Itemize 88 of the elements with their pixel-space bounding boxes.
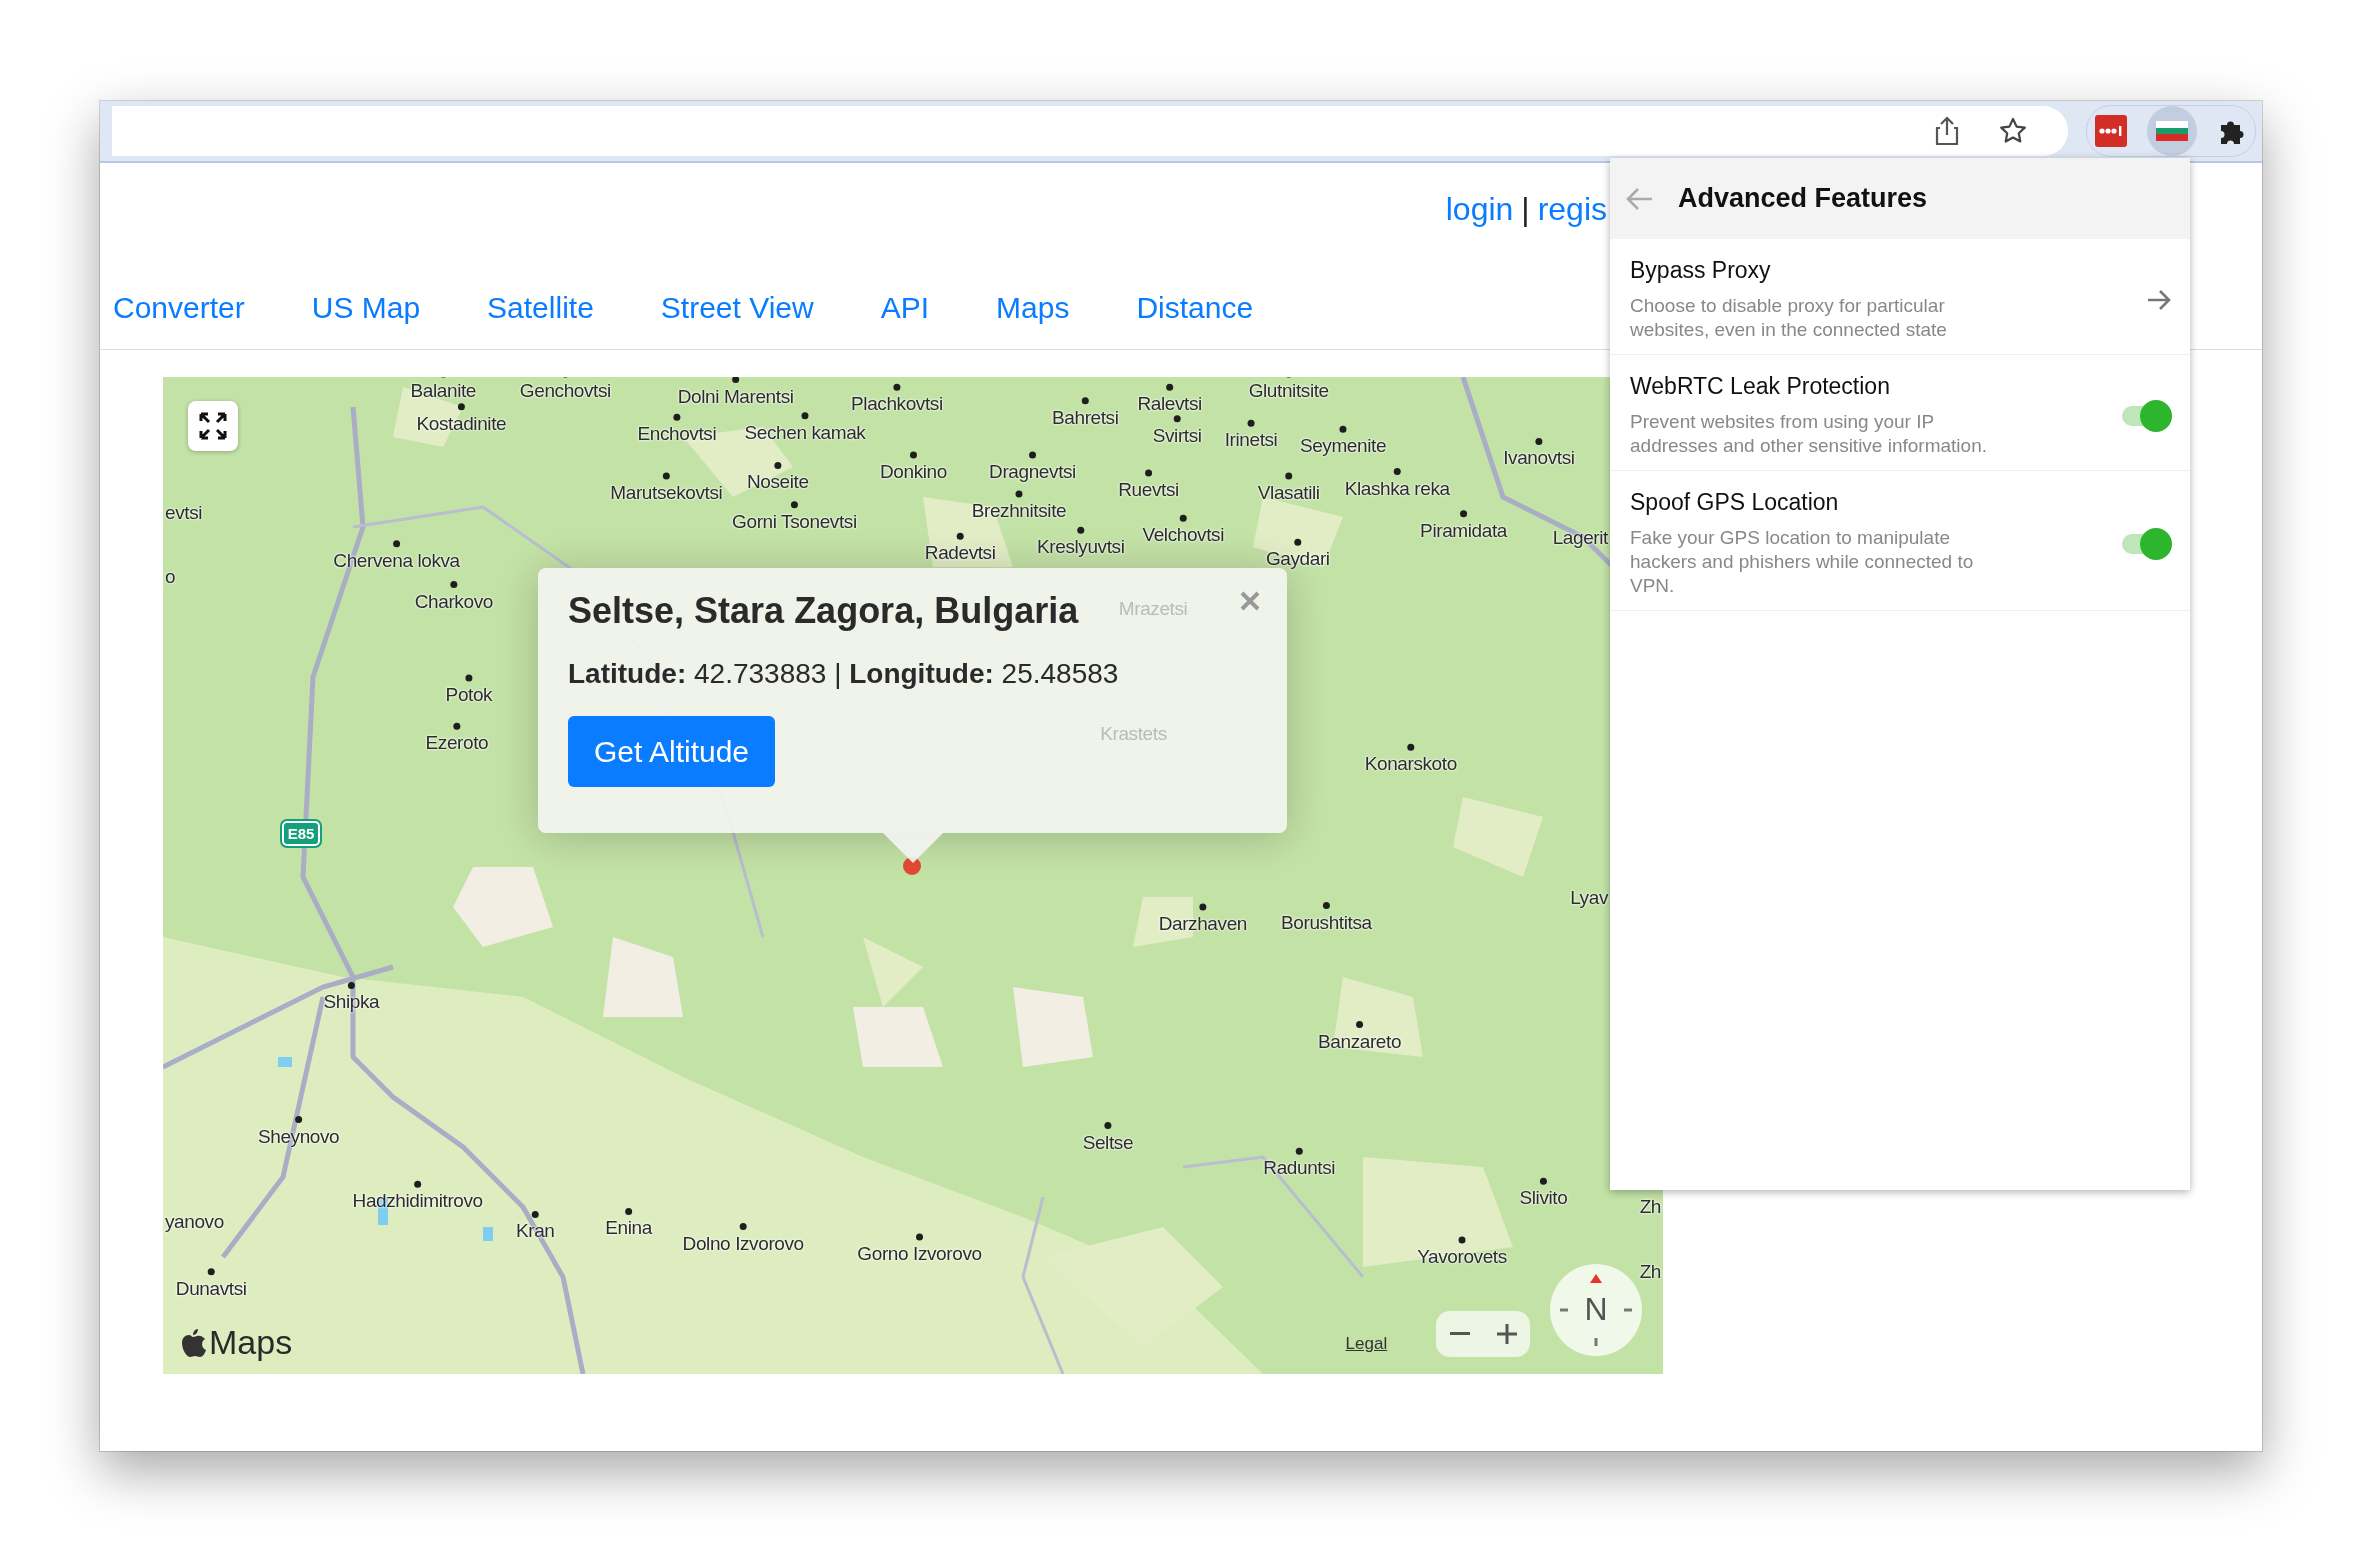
register-link[interactable]: regis	[1537, 191, 1607, 243]
place-label: yanovo	[165, 1211, 224, 1234]
place-label: Banzareto	[1318, 1030, 1402, 1053]
place-label: Sheynovo	[257, 1125, 340, 1148]
arrow-right-icon[interactable]	[2146, 288, 2172, 311]
place-label: Ruevtsi	[1118, 479, 1179, 501]
place-label: Darzhaven	[1158, 913, 1247, 936]
place-label: Dunavtsi	[175, 1277, 247, 1300]
place-label: Donkino	[880, 460, 947, 483]
place-label: evtsi	[165, 501, 203, 524]
place-label: Lagerit	[1552, 527, 1608, 550]
place-label: Genchovtsi	[519, 380, 611, 402]
expand-icon	[198, 411, 228, 441]
place-label: Gorno Izvorovo	[857, 1243, 982, 1266]
place-label: Klashka reka	[1344, 477, 1450, 500]
apple-icon	[179, 1326, 207, 1359]
road-shield: E85	[281, 821, 321, 847]
setting-title: WebRTC Leak Protection	[1630, 373, 1891, 400]
place-label: Charkovo	[414, 590, 493, 613]
share-icon[interactable]	[1934, 116, 1960, 146]
separator-text: |	[1521, 191, 1530, 229]
place-label: Velchovtsi	[1142, 524, 1224, 547]
setting-title: Bypass Proxy	[1630, 257, 1772, 284]
coordinates-text: Latitude: 42.733883 | Longitude: 25.48583	[568, 658, 1120, 690]
star-icon[interactable]	[1998, 116, 2028, 146]
dots-extension-icon[interactable]	[2095, 115, 2127, 147]
place-label: Kran	[515, 1220, 555, 1243]
login-link[interactable]: login	[1445, 191, 1514, 243]
place-label: Konarskoto	[1364, 753, 1457, 776]
nav-link[interactable]: Maps	[996, 291, 1070, 325]
setting-description: Fake your GPS location to manipulate hackers and phishers while connected to VPN.	[1630, 526, 1975, 598]
place-label: Bahretsi	[1052, 406, 1119, 429]
place-label: Zh	[1639, 1196, 1661, 1219]
maps-attribution: Maps	[209, 1323, 293, 1362]
place-label: Gorni Tsonevtsi	[732, 510, 857, 533]
place-label: Dolno Izvorovo	[682, 1232, 804, 1255]
location-title: Seltse, Stara Zagora, Bulgaria	[568, 590, 1079, 632]
place-label: Ivanovtsi	[1503, 447, 1575, 470]
setting-description: Choose to disable proxy for particular websites, even in the connected state	[1630, 294, 1948, 342]
compass-label: N	[1584, 1291, 1608, 1329]
place-label: Radevtsi	[924, 542, 996, 565]
place-label: Seltse	[1082, 1131, 1134, 1154]
get-altitude-button[interactable]: Get Altitude	[568, 716, 775, 787]
place-label: Chervena lokva	[333, 549, 460, 572]
place-label: Vlasatili	[1257, 482, 1320, 505]
place-label: Svirtsi	[1152, 424, 1202, 447]
nav-link[interactable]: API	[880, 291, 930, 325]
fullscreen-button[interactable]	[188, 401, 238, 451]
place-label: Balanite	[410, 380, 477, 402]
place-label: Marutsekovtsi	[610, 482, 723, 505]
nav-link[interactable]: Converter	[113, 291, 245, 325]
place-label: Noseite	[747, 471, 809, 494]
place-label: Piramidata	[1420, 519, 1507, 542]
place-label: Seymenite	[1299, 435, 1387, 458]
place-label: Slivito	[1519, 1187, 1568, 1210]
nav-link[interactable]: Distance	[1136, 291, 1254, 325]
place-label: Ralevtsi	[1137, 393, 1202, 416]
place-label: Hadzhidimitrovo	[352, 1190, 483, 1213]
place-label: Shipka	[323, 991, 380, 1014]
place-label: Yavorovets	[1417, 1246, 1507, 1269]
nav-link[interactable]: Satellite	[487, 291, 594, 325]
place-label: Kostadinite	[416, 412, 507, 435]
nav-link[interactable]: US Map	[311, 291, 421, 325]
minus-icon	[1449, 1331, 1470, 1336]
place-label: Enchovtsi	[637, 423, 717, 446]
place-label: Gaydari	[1265, 548, 1330, 571]
place-label: Raduntsi	[1263, 1157, 1336, 1180]
place-label: o	[165, 566, 176, 589]
place-label: Enina	[605, 1217, 652, 1240]
place-label: Ezeroto	[425, 732, 489, 755]
plus-icon	[1496, 1323, 1517, 1344]
place-label: Plachkovtsi	[851, 393, 943, 416]
nav-link[interactable]: Street View	[660, 291, 814, 325]
place-label: Brezhnitsite	[971, 500, 1067, 523]
place-label: Dragnevtsi	[989, 460, 1076, 483]
place-label: Glutnitsite	[1248, 380, 1329, 402]
place-label: Lyav	[1570, 887, 1608, 910]
place-label: Borushtitsa	[1281, 911, 1372, 934]
place-label: Dolni Marentsi	[677, 385, 794, 408]
place-label: Irinetsi	[1224, 429, 1278, 452]
legal-link[interactable]: Legal	[1345, 1334, 1388, 1354]
setting-description: Prevent websites from using your IP addresses and other sensitive information.	[1630, 410, 1988, 458]
flag-icon[interactable]	[2156, 121, 2188, 141]
place-label: Kreslyuvtsi	[1037, 536, 1125, 559]
popup-title: Advanced Features	[1678, 183, 1928, 214]
place-label: Sechen kamak	[744, 421, 866, 444]
setting-title: Spoof GPS Location	[1630, 489, 1840, 516]
place-label: Potok	[445, 683, 493, 706]
